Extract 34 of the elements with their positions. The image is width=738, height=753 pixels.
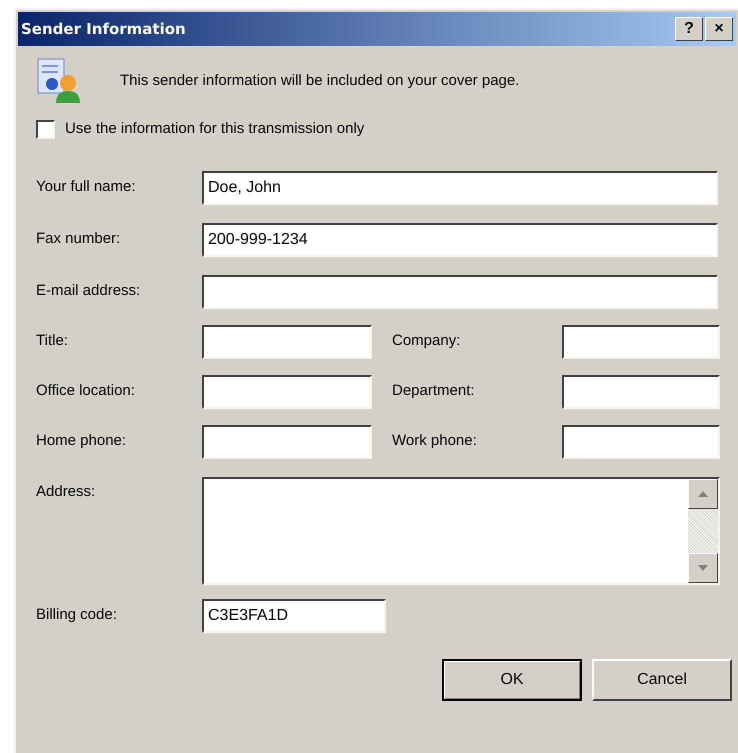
input-field[interactable]: C3E3FA1D (202, 598, 386, 632)
input-field[interactable] (202, 424, 372, 458)
ok-button[interactable]: OK (442, 658, 582, 700)
input-field[interactable]: 200-999-1234 (202, 222, 718, 256)
field-label: Work phone: (392, 431, 478, 452)
scroll-up-icon[interactable] (688, 478, 718, 508)
field-label: Address: (36, 482, 96, 502)
intro-text: This sender information will be included on your cover page. (120, 70, 520, 91)
help-button[interactable]: ? (675, 17, 703, 41)
address-field[interactable] (202, 476, 720, 584)
field-label: Title: (36, 331, 69, 352)
field-label: Fax number: (36, 229, 122, 250)
checkbox-label: Use the information for this transmission only (65, 119, 364, 139)
field-label: Your full name: (36, 177, 137, 198)
field-label: Department: (392, 381, 476, 402)
window-title: Sender Information (21, 18, 186, 40)
input-field[interactable]: Doe, John (202, 170, 718, 204)
close-button[interactable]: × (705, 17, 733, 41)
field-label: E-mail address: (36, 281, 142, 302)
input-field[interactable] (202, 374, 372, 408)
scroll-down-icon[interactable] (688, 552, 718, 582)
field-label: Company: (392, 331, 462, 352)
scrollbar[interactable] (688, 478, 718, 582)
field-label: Home phone: (36, 431, 128, 452)
input-field[interactable] (562, 424, 720, 458)
contact-info-icon (36, 57, 82, 105)
field-label: Billing code: (36, 605, 118, 626)
cancel-button[interactable]: Cancel (592, 658, 732, 700)
input-field[interactable] (202, 324, 372, 358)
input-field[interactable] (562, 374, 720, 408)
input-field[interactable] (562, 324, 720, 358)
field-label: Office location: (36, 381, 136, 402)
checkbox[interactable] (36, 120, 55, 139)
input-field[interactable] (202, 274, 718, 308)
